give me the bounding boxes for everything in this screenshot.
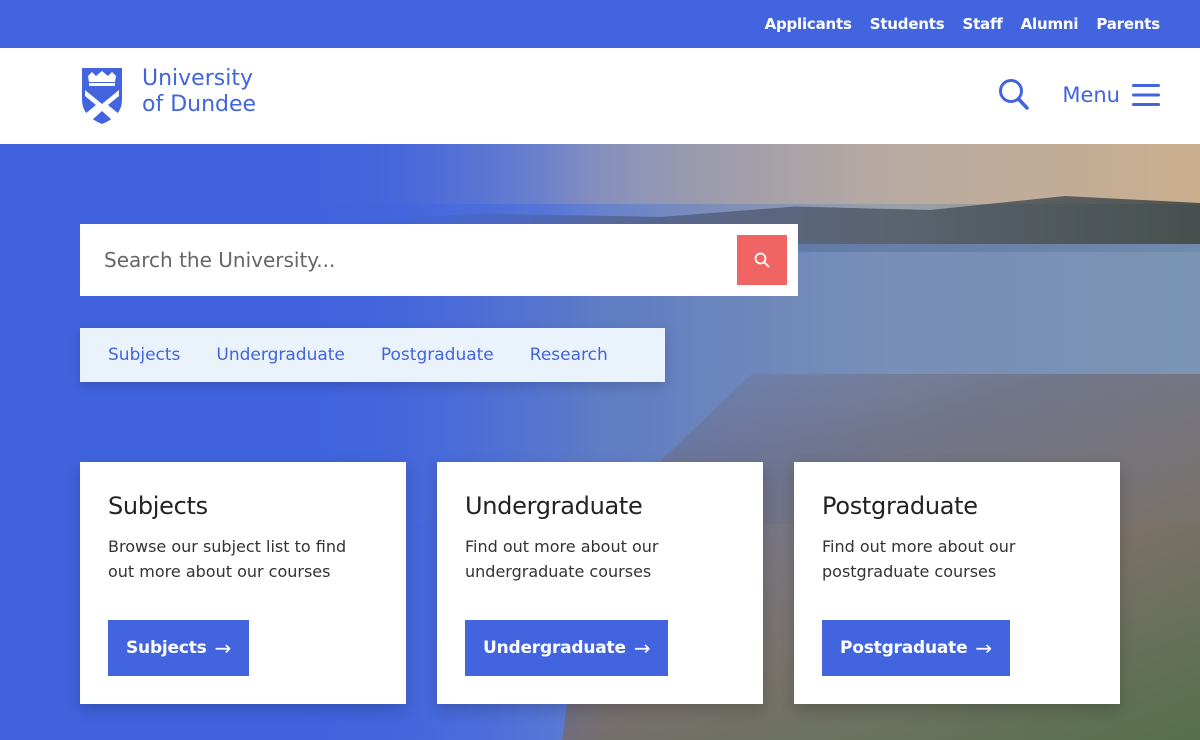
utility-link-students[interactable]: Students [870, 15, 945, 33]
university-crest-icon [82, 68, 122, 124]
card-postgraduate: Postgraduate Find out more about our pos… [794, 462, 1120, 704]
hero-section: Subjects Undergraduate Postgraduate Rese… [0, 144, 1200, 740]
button-label: Undergraduate [483, 638, 626, 658]
menu-label: Menu [1062, 83, 1120, 107]
search-box [80, 224, 798, 296]
card-title: Subjects [108, 492, 208, 520]
quick-link-research[interactable]: Research [530, 345, 608, 365]
utility-link-alumni[interactable]: Alumni [1021, 15, 1079, 33]
menu-button[interactable]: Menu [1062, 83, 1160, 107]
postgraduate-button[interactable]: Postgraduate → [822, 620, 1010, 676]
site-header: University of Dundee Menu [0, 48, 1200, 144]
card-title: Postgraduate [822, 492, 978, 520]
university-logo[interactable]: University of Dundee [80, 66, 256, 126]
card-undergraduate: Undergraduate Find out more about our un… [437, 462, 763, 704]
arrow-right-icon: → [214, 636, 232, 660]
search-submit-button[interactable] [737, 235, 787, 285]
quick-links: Subjects Undergraduate Postgraduate Rese… [80, 328, 665, 382]
search-icon [754, 252, 770, 268]
logo-line-2: of Dundee [142, 92, 257, 117]
hamburger-menu-icon [1132, 84, 1160, 106]
button-label: Postgraduate [840, 638, 968, 658]
search-input[interactable] [80, 224, 737, 296]
button-label: Subjects [126, 638, 207, 658]
card-title: Undergraduate [465, 492, 643, 520]
utility-link-applicants[interactable]: Applicants [765, 15, 852, 33]
arrow-right-icon: → [975, 636, 992, 660]
search-icon[interactable] [998, 78, 1030, 112]
header-actions: Menu [998, 78, 1160, 112]
undergraduate-button[interactable]: Undergraduate → [465, 620, 669, 676]
utility-link-staff[interactable]: Staff [962, 15, 1002, 33]
arrow-right-icon: → [633, 636, 651, 660]
utility-nav: Applicants Students Staff Alumni Parents [0, 0, 1200, 48]
logo-line-1: University [142, 66, 253, 91]
quick-link-undergraduate[interactable]: Undergraduate [216, 345, 344, 365]
card-subjects: Subjects Browse our subject list to find… [80, 462, 406, 704]
card-description: Browse our subject list to find out more… [108, 537, 347, 581]
card-description: Find out more about our postgraduate cou… [822, 537, 1016, 581]
university-name: University of Dundee [142, 66, 256, 118]
card-description: Find out more about our undergraduate co… [465, 537, 659, 581]
quick-link-subjects[interactable]: Subjects [108, 345, 180, 365]
quick-link-postgraduate[interactable]: Postgraduate [381, 345, 494, 365]
subjects-button[interactable]: Subjects → [108, 620, 250, 676]
utility-link-parents[interactable]: Parents [1096, 15, 1160, 33]
